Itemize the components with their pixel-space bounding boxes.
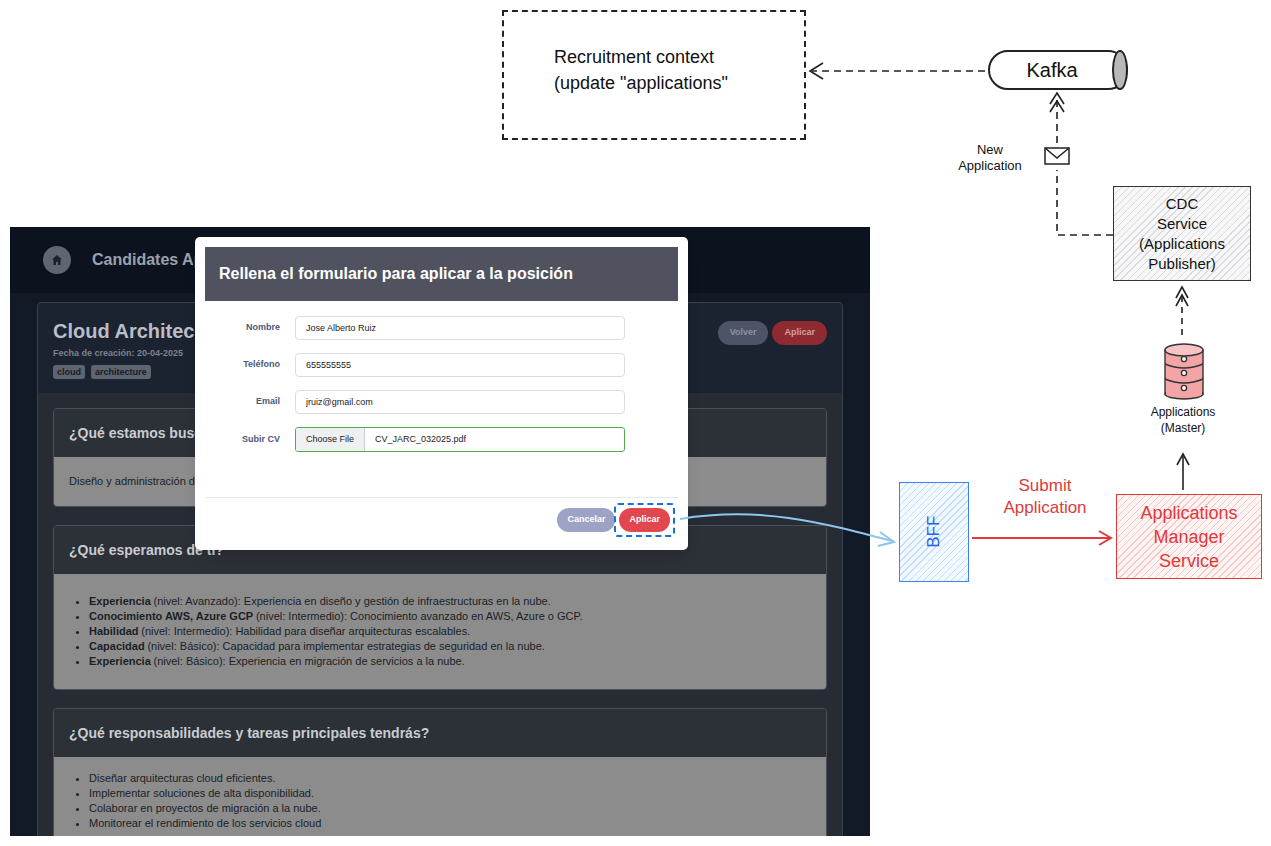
cdc-service-box: CDCService(ApplicationsPublisher) bbox=[1113, 186, 1251, 281]
recruitment-context-box: Recruitment context(update "applications… bbox=[502, 10, 806, 140]
text-input[interactable] bbox=[295, 316, 625, 340]
requirement-item: Experiencia(nivel: Básico): Experiencia … bbox=[89, 654, 811, 669]
kafka-topic: Kafka bbox=[988, 50, 1128, 90]
section: ¿Qué responsabilidades y tareas principa… bbox=[53, 708, 827, 836]
applications-manager-service-box: ApplicationsManagerService bbox=[1116, 494, 1262, 579]
section-title: ¿Qué estamos busca bbox=[69, 423, 210, 444]
requirement-detail: (nivel: Básico): Capacidad para implemen… bbox=[147, 640, 544, 652]
back-button[interactable]: Volver bbox=[718, 321, 769, 345]
label-line: (Master) bbox=[1118, 420, 1248, 436]
requirement-label: Conocimiento AWS, Azure GCP bbox=[89, 610, 253, 622]
requirement-item: Capacidad(nivel: Básico): Capacidad para… bbox=[89, 639, 811, 654]
label-line: Recruitment context bbox=[554, 44, 804, 70]
requirement-list: Experiencia(nivel: Avanzado): Experienci… bbox=[69, 594, 811, 669]
submit-application-label: SubmitApplication bbox=[978, 475, 1112, 519]
section-title: ¿Qué responsabilidades y tareas principa… bbox=[69, 723, 429, 744]
modal-title: Rellena el formulario para aplicar a la … bbox=[219, 262, 573, 286]
home-icon bbox=[51, 254, 63, 266]
modal-footer: CancelarAplicar bbox=[205, 497, 678, 540]
label-line: Service bbox=[1159, 549, 1219, 573]
label-line: Application bbox=[945, 158, 1035, 174]
tag: architecture bbox=[91, 365, 151, 379]
button-wrapper: Aplicar bbox=[619, 508, 670, 532]
button-wrapper: Cancelar bbox=[557, 508, 615, 532]
label-line: (Applications bbox=[1139, 234, 1225, 254]
database-icon bbox=[1165, 344, 1203, 399]
kafka-to-recruitment-arrow bbox=[810, 63, 985, 79]
section-body: Experiencia(nivel: Avanzado): Experienci… bbox=[54, 574, 826, 689]
field-label: Teléfono bbox=[205, 358, 280, 372]
form-row: Subir CV Choose FileCV_JARC_032025.pdf bbox=[205, 427, 678, 452]
bff-box: BFF bbox=[899, 482, 969, 582]
apply-button[interactable]: Aplicar bbox=[772, 321, 827, 345]
label-line: Application bbox=[978, 497, 1112, 519]
position-tags: cloud architecture bbox=[53, 365, 195, 379]
requirement-detail: (nivel: Intermedio): Conocimiento avanza… bbox=[256, 610, 583, 622]
home-button[interactable] bbox=[43, 246, 71, 274]
app-title: Candidates Ap bbox=[92, 248, 203, 272]
file-name: CV_JARC_032025.pdf bbox=[365, 428, 476, 451]
database-label: Applications(Master) bbox=[1118, 404, 1248, 436]
form-row: Email bbox=[205, 390, 678, 414]
text-input[interactable] bbox=[295, 390, 625, 414]
requirement-label: Capacidad bbox=[89, 640, 145, 652]
requirement-label: Experiencia bbox=[89, 595, 151, 607]
responsibility-item: Implementar soluciones de alta disponibi… bbox=[89, 786, 811, 801]
label-line: CDC bbox=[1166, 194, 1199, 214]
section-header: ¿Qué responsabilidades y tareas principa… bbox=[54, 709, 826, 757]
label-line: Submit bbox=[978, 475, 1112, 497]
requirement-detail: (nivel: Avanzado): Experiencia en diseño… bbox=[154, 595, 551, 607]
manager-to-database-arrow bbox=[1177, 454, 1189, 490]
requirement-item: Experiencia(nivel: Avanzado): Experienci… bbox=[89, 594, 811, 609]
cylinder-end-icon bbox=[1112, 50, 1128, 90]
application-modal: Rellena el formulario para aplicar a la … bbox=[195, 237, 688, 550]
label-line: New bbox=[945, 142, 1035, 158]
label-line: Service bbox=[1157, 214, 1207, 234]
requirement-item: Conocimiento AWS, Azure GCP(nivel: Inter… bbox=[89, 609, 811, 624]
label-line: Manager bbox=[1153, 525, 1224, 549]
requirement-label: Experiencia bbox=[89, 655, 151, 667]
position-info: Cloud Architec Fecha de creación: 20-04-2… bbox=[53, 319, 195, 379]
label-line: Applications bbox=[1118, 404, 1248, 420]
responsibility-list: Diseñar arquitecturas cloud eficientes.I… bbox=[69, 771, 811, 831]
responsibility-item: Diseñar arquitecturas cloud eficientes. bbox=[89, 771, 811, 786]
bff-label: BFF bbox=[921, 516, 947, 548]
envelope-icon bbox=[1045, 148, 1069, 164]
app-screenshot: Candidates Ap Cloud Architec Fecha de crea… bbox=[10, 227, 870, 836]
label-line: (update "applications" bbox=[554, 70, 804, 96]
bff-to-manager-arrow bbox=[972, 531, 1111, 545]
requirement-item: Habilidad(nivel: Intermedio): Habilidad … bbox=[89, 624, 811, 639]
text-input[interactable] bbox=[295, 353, 625, 377]
requirement-label: Habilidad bbox=[89, 625, 139, 637]
field-label: Email bbox=[205, 395, 280, 409]
label-line: Publisher) bbox=[1148, 254, 1216, 274]
section-body: Diseñar arquitecturas cloud eficientes.I… bbox=[54, 757, 826, 836]
cdc-to-kafka-arrow bbox=[1050, 93, 1113, 235]
responsibility-item: Colaborar en proyectos de migración a la… bbox=[89, 801, 811, 816]
field-label: Subir CV bbox=[205, 433, 280, 447]
label-line: Applications bbox=[1140, 501, 1237, 525]
cancel-button[interactable]: Cancelar bbox=[557, 508, 615, 532]
position-date: Fecha de creación: 20-04-2025 bbox=[53, 347, 195, 359]
position-title: Cloud Architec bbox=[53, 319, 195, 343]
requirement-detail: (nivel: Intermedio): Habilidad para dise… bbox=[141, 625, 470, 637]
form-row: Teléfono bbox=[205, 353, 678, 377]
cv-file-input[interactable]: Choose FileCV_JARC_032025.pdf bbox=[295, 427, 625, 452]
database-to-cdc-arrow bbox=[1176, 287, 1188, 335]
form-row: Nombre bbox=[205, 316, 678, 340]
diagram-canvas: Recruitment context(update "applications… bbox=[0, 0, 1271, 846]
responsibility-item: Monitorear el rendimiento de los servici… bbox=[89, 816, 811, 831]
requirement-detail: (nivel: Básico): Experiencia en migració… bbox=[154, 655, 465, 667]
position-actions: VolverAplicar bbox=[718, 319, 827, 345]
application-form: Nombre Teléfono Email Subir CV Choose FileCV… bbox=[205, 301, 678, 452]
field-label: Nombre bbox=[205, 321, 280, 335]
modal-header: Rellena el formulario para aplicar a la … bbox=[205, 247, 678, 301]
kafka-label: Kafka bbox=[1026, 55, 1077, 85]
new-application-label: NewApplication bbox=[945, 142, 1035, 174]
choose-file-button[interactable]: Choose File bbox=[296, 428, 365, 451]
tag: cloud bbox=[53, 365, 85, 379]
submit-button[interactable]: Aplicar bbox=[619, 508, 670, 532]
highlight-box bbox=[614, 503, 675, 537]
